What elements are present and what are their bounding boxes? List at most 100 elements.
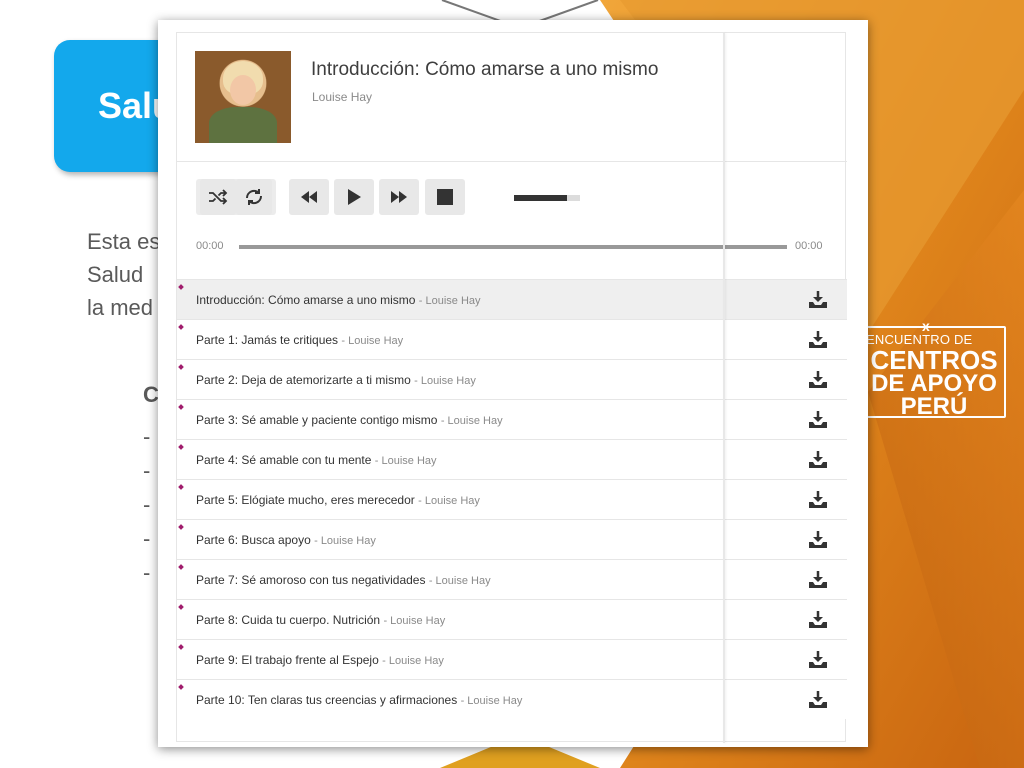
playlist-item-text: Parte 6: Busca apoyo - Louise Hay	[196, 533, 376, 547]
playlist-item-title: Parte 2: Deja de atemorizarte a ti mismo	[196, 373, 411, 387]
shuffle-icon	[209, 189, 228, 205]
playlist-item-artist: - Louise Hay	[383, 615, 446, 627]
playlist-item-text: Parte 10: Ten claras tus creencias y afi…	[196, 693, 522, 707]
playlist-item[interactable]: Parte 9: El trabajo frente al Espejo - L…	[177, 639, 847, 679]
slide-body-line: Esta es	[87, 229, 161, 254]
playlist-item-text: Parte 2: Deja de atemorizarte a ti mismo…	[196, 373, 476, 387]
download-icon	[809, 651, 827, 668]
slide-subheading: C	[143, 382, 159, 407]
time-total: 00:00	[795, 240, 823, 252]
slide-bullet: -	[143, 560, 151, 585]
panel-vertical-divider	[723, 33, 725, 743]
volume-slider[interactable]	[514, 195, 580, 201]
download-button[interactable]	[807, 530, 829, 550]
playlist-item-title: Parte 10: Ten claras tus creencias y afi…	[196, 693, 458, 707]
download-button[interactable]	[807, 650, 829, 670]
playlist-bullet-icon	[178, 284, 184, 290]
playlist-bullet-icon	[178, 564, 184, 570]
playlist-item-title: Parte 5: Elógiate mucho, eres merecedor	[196, 493, 415, 507]
next-icon	[391, 191, 407, 203]
download-button[interactable]	[807, 330, 829, 350]
playlist-item[interactable]: Parte 10: Ten claras tus creencias y afi…	[177, 679, 847, 719]
slide-bullet: -	[143, 458, 151, 483]
playlist-item-text: Parte 7: Sé amoroso con tus negatividade…	[196, 573, 491, 587]
next-button[interactable]	[379, 179, 419, 215]
stop-icon	[437, 189, 453, 205]
now-playing-artist: Louise Hay	[312, 90, 373, 104]
shuffle-button[interactable]	[200, 179, 236, 215]
playlist-item-artist: - Louise Hay	[414, 375, 476, 387]
cover-figure-face	[230, 75, 256, 105]
playlist-item[interactable]: Parte 6: Busca apoyo - Louise Hay	[177, 519, 847, 559]
playlist-item-title: Parte 4: Sé amable con tu mente	[196, 453, 372, 467]
download-icon	[809, 531, 827, 548]
playlist-bullet-icon	[178, 604, 184, 610]
download-button[interactable]	[807, 410, 829, 430]
play-icon	[348, 189, 361, 205]
playlist-item[interactable]: Parte 8: Cuida tu cuerpo. Nutrición - Lo…	[177, 599, 847, 639]
playlist-item-text: Parte 5: Elógiate mucho, eres merecedor …	[196, 493, 480, 507]
logo-line-2: CENTROS	[870, 345, 998, 375]
playlist-item[interactable]: Parte 1: Jamás te critiques - Louise Hay	[177, 319, 847, 359]
volume-level	[514, 195, 567, 201]
playlist-item[interactable]: Parte 5: Elógiate mucho, eres merecedor …	[177, 479, 847, 519]
playlist-item-text: Parte 1: Jamás te critiques - Louise Hay	[196, 333, 403, 347]
event-logo: x ENCUENTRO DE CENTROS DE APOYO PERÚ	[856, 318, 1010, 422]
repeat-icon	[245, 189, 263, 205]
playlist-item-artist: - Louise Hay	[440, 415, 503, 427]
playlist-item-artist: - Louise Hay	[314, 535, 376, 547]
download-icon	[809, 291, 827, 308]
playlist-item[interactable]: Introducción: Cómo amarse a uno mismo - …	[177, 279, 847, 319]
playlist-item-artist: - Louise Hay	[418, 495, 480, 507]
playlist-item-title: Parte 1: Jamás te critiques	[196, 333, 339, 347]
slide-body-line: la med	[87, 295, 154, 320]
repeat-button[interactable]	[236, 179, 272, 215]
playlist-item-text: Parte 4: Sé amable con tu mente - Louise…	[196, 453, 437, 467]
download-button[interactable]	[807, 570, 829, 590]
playlist-bullet-icon	[178, 444, 184, 450]
audio-player-panel: Introducción: Cómo amarse a uno mismo Lo…	[158, 20, 868, 747]
playlist-item[interactable]: Parte 3: Sé amable y paciente contigo mi…	[177, 399, 847, 439]
playlist-item-artist: - Louise Hay	[428, 575, 491, 587]
slide-bullet-list: - - - - -	[143, 420, 150, 590]
playlist-item-artist: - Louise Hay	[460, 695, 523, 707]
slide-bullet: -	[143, 526, 151, 551]
playlist-bullet-icon	[178, 484, 184, 490]
playlist-item[interactable]: Parte 7: Sé amoroso con tus negatividade…	[177, 559, 847, 599]
download-button[interactable]	[807, 290, 829, 310]
logo-line-4: PERÚ	[900, 393, 968, 420]
time-elapsed: 00:00	[196, 240, 224, 252]
previous-button[interactable]	[289, 179, 329, 215]
download-button[interactable]	[807, 610, 829, 630]
playlist: Introducción: Cómo amarse a uno mismo - …	[177, 279, 847, 719]
playlist-item-text: Parte 3: Sé amable y paciente contigo mi…	[196, 413, 503, 427]
slide-bullet: -	[143, 492, 151, 517]
playlist-item-artist: - Louise Hay	[382, 655, 444, 667]
playlist-item-title: Parte 3: Sé amable y paciente contigo mi…	[196, 413, 438, 427]
download-icon	[809, 331, 827, 348]
download-button[interactable]	[807, 370, 829, 390]
previous-icon	[301, 191, 317, 203]
playlist-item-text: Parte 8: Cuida tu cuerpo. Nutrición - Lo…	[196, 613, 445, 627]
playlist-bullet-icon	[178, 364, 184, 370]
album-cover-image	[195, 51, 291, 143]
download-button[interactable]	[807, 690, 829, 710]
playlist-bullet-icon	[178, 324, 184, 330]
playlist-bullet-icon	[178, 404, 184, 410]
download-icon	[809, 691, 827, 708]
download-button[interactable]	[807, 450, 829, 470]
playlist-item[interactable]: Parte 4: Sé amable con tu mente - Louise…	[177, 439, 847, 479]
now-playing-title: Introducción: Cómo amarse a uno mismo	[311, 59, 659, 80]
download-button[interactable]	[807, 490, 829, 510]
playlist-item[interactable]: Parte 2: Deja de atemorizarte a ti mismo…	[177, 359, 847, 399]
stop-button[interactable]	[425, 179, 465, 215]
slide-body-line: Salud	[87, 262, 144, 287]
seek-bar[interactable]	[239, 245, 787, 249]
download-icon	[809, 371, 827, 388]
playlist-item-text: Parte 9: El trabajo frente al Espejo - L…	[196, 653, 444, 667]
logo-line-3: DE APOYO	[871, 370, 997, 397]
cover-figure-body	[209, 107, 277, 143]
playlist-item-title: Introducción: Cómo amarse a uno mismo	[196, 293, 416, 307]
playlist-bullet-icon	[178, 684, 184, 690]
play-button[interactable]	[334, 179, 374, 215]
